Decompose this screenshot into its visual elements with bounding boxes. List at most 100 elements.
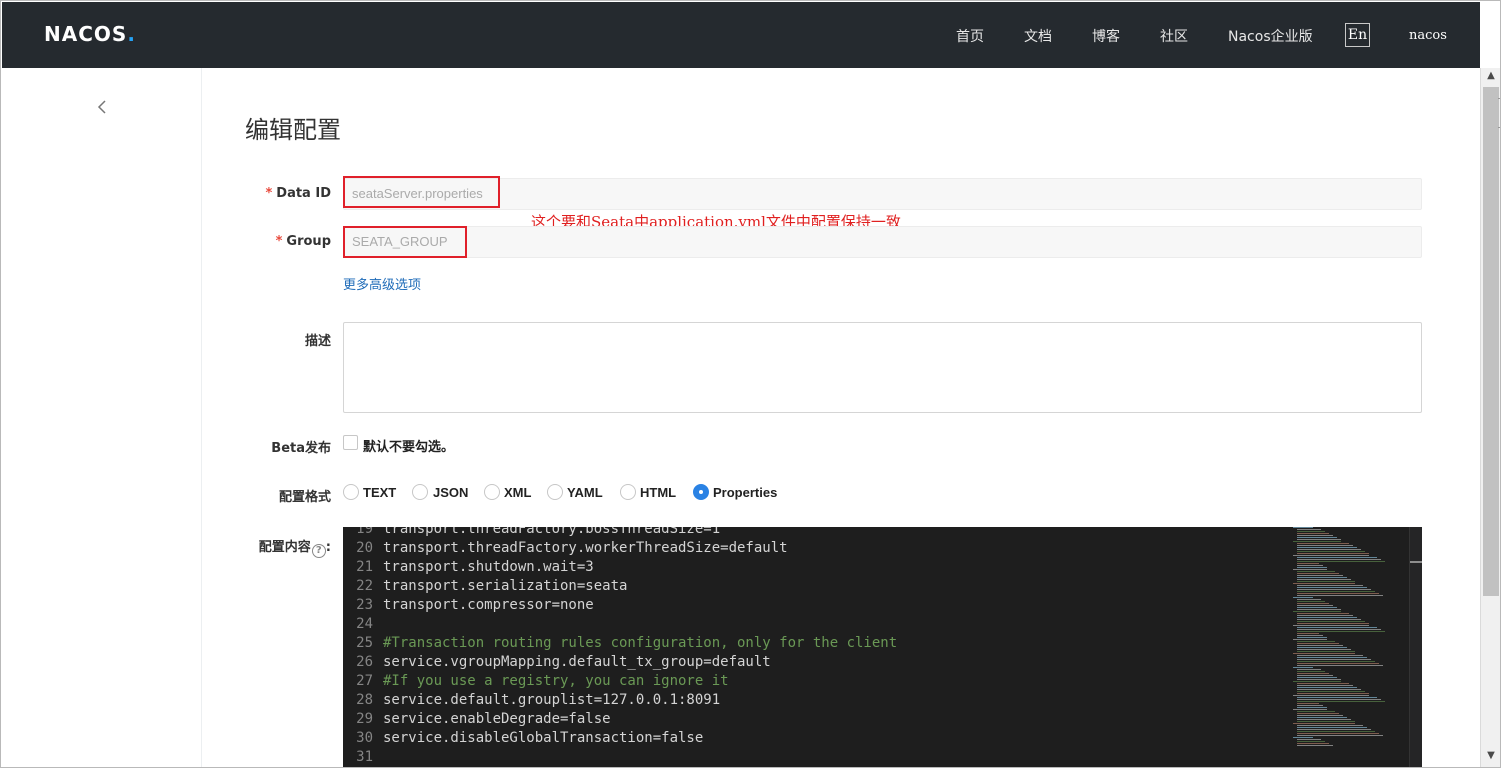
editor-minimap[interactable] (1293, 527, 1411, 767)
nav-home[interactable]: 首页 (956, 26, 984, 46)
nav-blog[interactable]: 博客 (1092, 26, 1120, 46)
minimap-line (1297, 635, 1323, 636)
scroll-up-icon[interactable]: ▲ (1481, 70, 1500, 86)
minimap-line (1297, 587, 1367, 588)
code-line[interactable]: 28 service.default.grouplist=127.0.0.1:80… (343, 691, 1283, 710)
required-marker: * (275, 234, 283, 249)
minimap-line (1297, 563, 1319, 564)
bottom-clipped-text (2, 761, 342, 767)
minimap-line (1297, 733, 1379, 734)
radio-html[interactable] (620, 484, 636, 500)
user-menu[interactable]: nacos (1409, 28, 1447, 43)
minimap-line (1297, 627, 1377, 628)
minimap-line (1297, 735, 1383, 736)
more-options-link[interactable]: 更多高级选项 (343, 274, 421, 293)
minimap-line (1297, 647, 1347, 648)
minimap-line (1297, 705, 1323, 706)
code-editor[interactable]: 19 transport.threadFactory.bossThreadSize… (343, 527, 1422, 767)
code-line[interactable]: 29 service.enableDegrade=false (343, 710, 1283, 729)
code-line[interactable]: 27 #If you use a registry, you can ignore… (343, 672, 1283, 691)
minimap-line (1297, 719, 1351, 720)
minimap-line (1297, 657, 1367, 658)
nav-docs[interactable]: 文档 (1024, 26, 1052, 46)
minimap-line (1297, 553, 1369, 554)
minimap-line (1297, 579, 1351, 580)
code-line[interactable]: 25 #Transaction routing rules configurati… (343, 634, 1283, 653)
data-id-input[interactable] (343, 178, 1422, 210)
nav-enterprise[interactable]: Nacos企业版 (1228, 26, 1313, 46)
minimap-line (1293, 569, 1327, 570)
minimap-line (1297, 739, 1321, 740)
minimap-line (1293, 597, 1313, 598)
line-number: 29 (356, 711, 373, 727)
page-scrollbar[interactable]: ▲ ▼ (1480, 68, 1500, 767)
code-text: transport.compressor=none (383, 597, 594, 613)
radio-json[interactable] (412, 484, 428, 500)
code-line[interactable]: 21 transport.shutdown.wait=3 (343, 558, 1283, 577)
code-text: transport.threadFactory.workerThreadSize… (383, 540, 788, 556)
minimap-line (1297, 613, 1349, 614)
nacos-logo[interactable]: NACOS. (44, 22, 136, 46)
minimap-line (1297, 669, 1321, 670)
minimap-line (1297, 547, 1357, 548)
minimap-line (1297, 549, 1361, 550)
minimap-line (1297, 675, 1333, 676)
top-navbar: NACOS. 首页 文档 博客 社区 Nacos企业版 En nacos (2, 2, 1480, 68)
radio-text[interactable] (343, 484, 359, 500)
minimap-line (1297, 637, 1327, 638)
minimap-line (1297, 655, 1363, 656)
beta-checkbox[interactable] (343, 435, 358, 450)
minimap-line (1297, 539, 1341, 540)
line-number: 20 (356, 540, 373, 556)
browser-frame: NACOS. 首页 文档 博客 社区 Nacos企业版 En nacos ▲ ▼… (0, 0, 1501, 768)
minimap-line (1297, 727, 1367, 728)
minimap-line (1297, 577, 1347, 578)
code-text: transport.serialization=seata (383, 578, 628, 594)
help-icon[interactable]: ? (311, 544, 326, 558)
code-text: service.vgroupMapping.default_tx_group=d… (383, 654, 771, 670)
minimap-line (1297, 731, 1375, 732)
editor-scrollbar[interactable] (1409, 527, 1422, 767)
scrollbar-thumb[interactable] (1483, 87, 1499, 596)
minimap-line (1297, 633, 1319, 634)
minimap-line (1297, 565, 1323, 566)
minimap-line (1297, 589, 1371, 590)
code-line[interactable]: 22 transport.serialization=seata (343, 577, 1283, 596)
description-textarea[interactable] (343, 322, 1422, 413)
minimap-line (1297, 687, 1357, 688)
minimap-line (1293, 555, 1369, 556)
minimap-line (1297, 551, 1365, 552)
line-number: 21 (356, 559, 373, 575)
radio-xml[interactable] (484, 484, 500, 500)
language-toggle-button[interactable]: En (1345, 23, 1370, 47)
minimap-line (1297, 607, 1337, 608)
minimap-line (1297, 717, 1347, 718)
minimap-line (1297, 593, 1379, 594)
code-line[interactable]: 31 (343, 748, 1283, 767)
radio-yaml[interactable] (547, 484, 563, 500)
content-label: 配置内容?: (231, 536, 331, 558)
code-text: service.disableGlobalTransaction=false (383, 730, 704, 746)
minimap-line (1297, 619, 1361, 620)
scroll-down-icon[interactable]: ▼ (1481, 750, 1500, 766)
group-input[interactable] (343, 226, 1422, 258)
code-text: service.enableDegrade=false (383, 711, 611, 727)
code-comment: #Transaction routing rules configuration… (383, 635, 898, 651)
code-line[interactable]: 24 (343, 615, 1283, 634)
code-line[interactable]: 26 service.vgroupMapping.default_tx_group… (343, 653, 1283, 672)
radio-properties[interactable] (693, 484, 709, 500)
minimap-line (1297, 693, 1369, 694)
minimap-line (1293, 541, 1341, 542)
code-line[interactable]: 20 transport.threadFactory.workerThreadSi… (343, 539, 1283, 558)
minimap-line (1297, 671, 1325, 672)
back-chevron-icon[interactable] (96, 99, 110, 115)
minimap-line (1297, 661, 1375, 662)
minimap-line (1297, 713, 1339, 714)
line-number: 27 (356, 673, 373, 689)
code-line[interactable]: 19 transport.threadFactory.bossThreadSize… (343, 527, 1283, 539)
minimap-line (1297, 651, 1355, 652)
code-line[interactable]: 23 transport.compressor=none (343, 596, 1283, 615)
code-line[interactable]: 30 service.disableGlobalTransaction=false (343, 729, 1283, 748)
radio-text-label: TEXT (363, 485, 397, 500)
nav-community[interactable]: 社区 (1160, 26, 1188, 46)
